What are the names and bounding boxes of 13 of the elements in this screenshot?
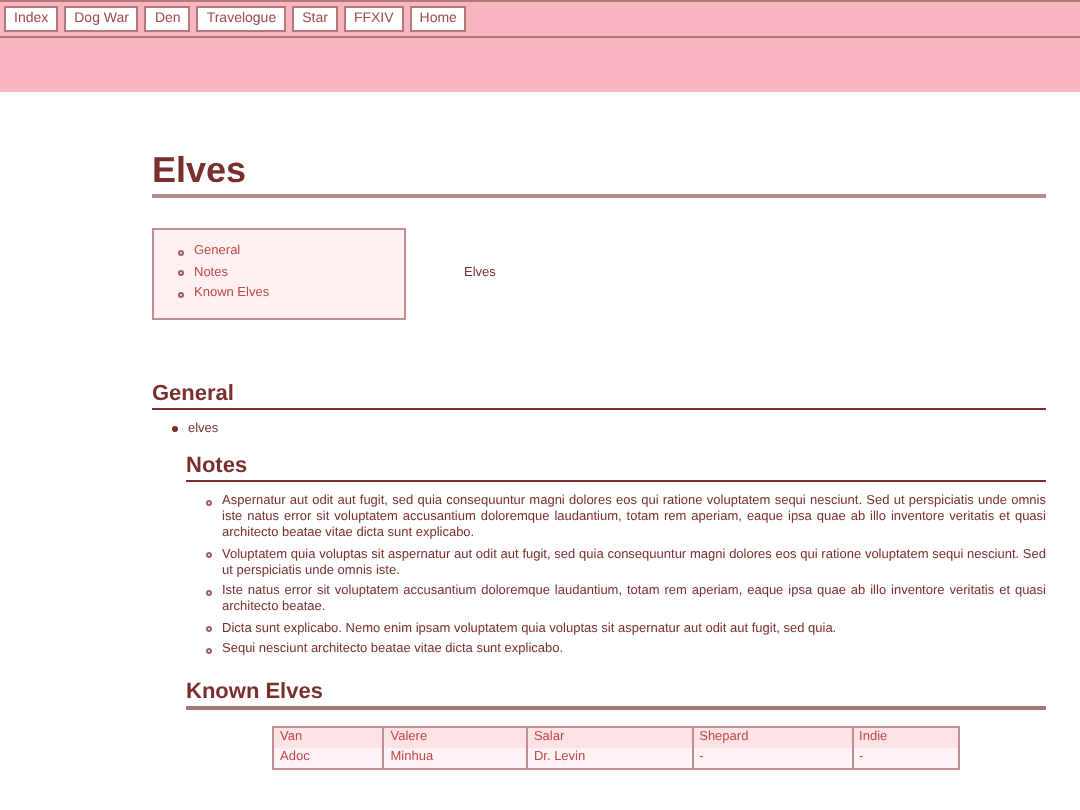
section-heading: General bbox=[152, 382, 1046, 410]
bullet-icon bbox=[178, 270, 184, 277]
page-title: Elves bbox=[152, 148, 1046, 198]
bullet-icon bbox=[206, 499, 212, 505]
section-heading: Notes bbox=[186, 454, 1046, 482]
bullet-icon bbox=[172, 426, 178, 432]
bullet-icon bbox=[206, 626, 212, 632]
bullet-icon bbox=[178, 249, 184, 256]
section-heading: Known Elves bbox=[186, 680, 1046, 710]
bullet-icon bbox=[178, 291, 184, 298]
bullet-icon bbox=[206, 589, 212, 595]
bullet-icon bbox=[206, 647, 212, 653]
bullet-icon bbox=[206, 552, 212, 558]
